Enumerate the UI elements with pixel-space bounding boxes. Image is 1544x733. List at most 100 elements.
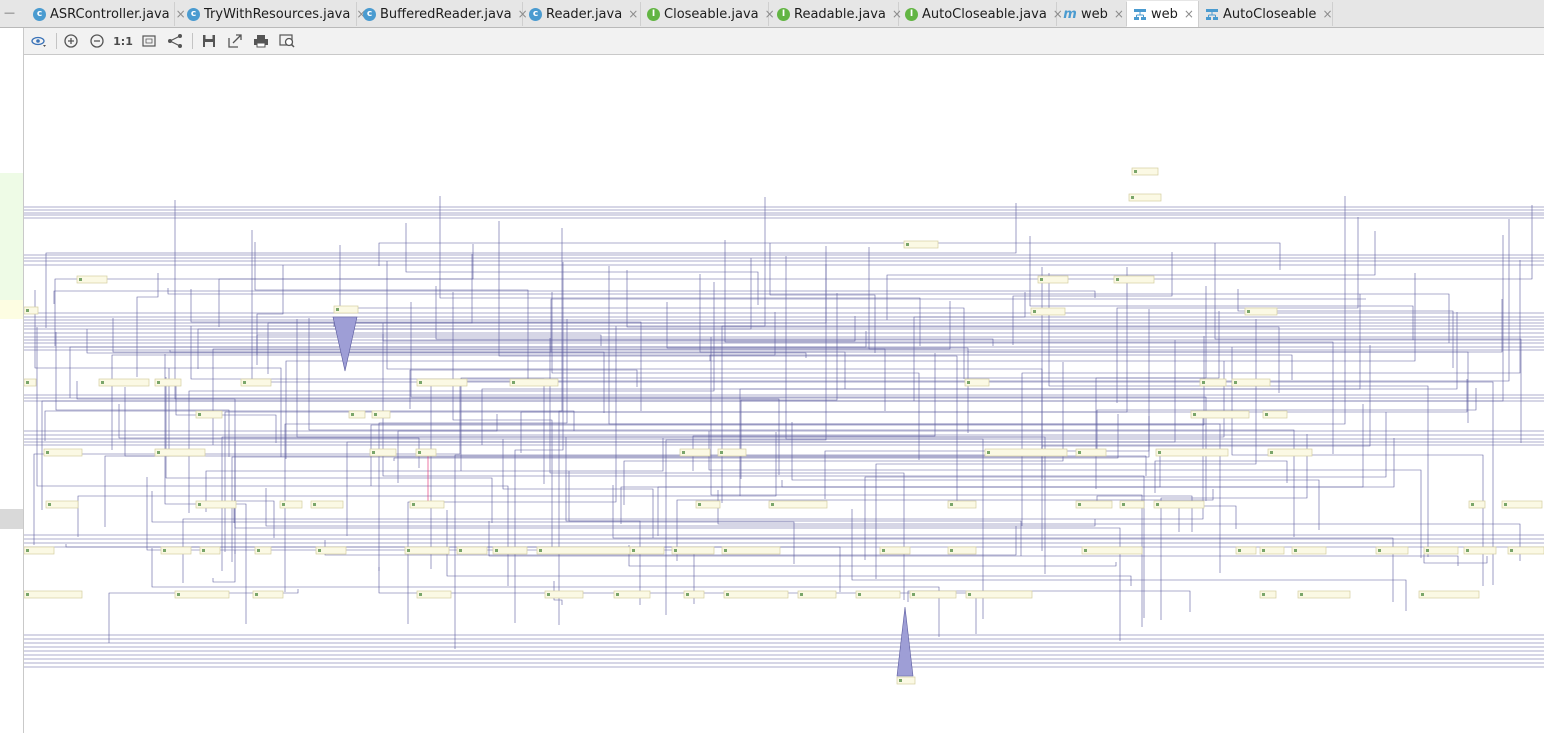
dependency-edge	[112, 318, 846, 389]
dependency-edge	[333, 264, 827, 327]
actual-size-button[interactable]: 1:1	[113, 32, 133, 50]
print-icon[interactable]	[252, 32, 270, 50]
module-icon	[1202, 381, 1205, 384]
dependency-edge	[430, 219, 1510, 569]
close-icon[interactable]: ×	[1184, 7, 1194, 21]
module-icon	[257, 549, 260, 552]
dependency-edge	[34, 290, 282, 457]
dependency-node	[984, 448, 1068, 457]
dependency-node	[1231, 378, 1271, 387]
module-icon	[1294, 549, 1297, 552]
tab-autocloseable[interactable]: AutoCloseable ×	[1199, 2, 1333, 26]
dependency-edge	[1096, 388, 1477, 451]
module-icon	[950, 503, 953, 506]
dependency-edge	[382, 323, 1145, 618]
class-icon: c	[187, 7, 200, 21]
dependency-edge	[439, 196, 921, 346]
module-icon	[26, 309, 29, 312]
interface-icon: I	[905, 7, 918, 21]
dependency-edge	[254, 242, 529, 386]
dependency-node	[544, 590, 584, 599]
dependency-node	[536, 546, 632, 555]
close-icon[interactable]: ×	[628, 7, 638, 21]
tab-web[interactable]: m web ×	[1057, 2, 1127, 26]
close-icon[interactable]: ×	[1322, 7, 1332, 21]
dependency-graph[interactable]	[24, 55, 1544, 733]
tab-label: BufferedReader.java	[380, 6, 512, 22]
tab-bufferedreader-java[interactable]: c BufferedReader.java ×	[357, 2, 528, 26]
tab-label: AutoCloseable.java	[922, 6, 1047, 22]
dependency-node	[98, 378, 150, 387]
dependency-edge	[558, 228, 563, 625]
magnifier-icon[interactable]	[278, 32, 296, 50]
module-icon	[899, 679, 902, 682]
module-icon	[698, 503, 701, 506]
module-icon	[1270, 451, 1273, 454]
dependency-node	[723, 590, 789, 599]
module-icon	[800, 593, 803, 596]
save-diagram-icon[interactable]	[200, 32, 218, 50]
tab-autocloseable-java[interactable]: I AutoCloseable.java ×	[899, 2, 1063, 26]
dependency-edge	[709, 354, 1293, 380]
zoom-in-icon[interactable]	[62, 32, 80, 50]
dependency-edge	[666, 302, 969, 433]
module-icon	[374, 413, 377, 416]
dependency-edge	[164, 354, 247, 624]
module-icon	[1040, 278, 1043, 281]
module-icon	[495, 549, 498, 552]
module-icon	[177, 593, 180, 596]
dependency-edge	[514, 262, 564, 623]
tab-label: TryWithResources.java	[204, 6, 351, 22]
dependency-edge	[45, 203, 1017, 328]
tab-trywithresources-java[interactable]: c TryWithResources.java ×	[181, 2, 366, 26]
fit-content-icon[interactable]	[140, 32, 158, 50]
module-icon	[1421, 593, 1424, 596]
dependency-edge	[221, 361, 1225, 571]
apply-layout-icon[interactable]	[166, 32, 184, 50]
dependency-edge	[234, 442, 1121, 641]
module-icon	[1466, 549, 1469, 552]
tab-label: Closeable.java	[664, 6, 759, 22]
dependency-edge	[886, 231, 1376, 320]
dependency-edge	[175, 386, 277, 443]
dependency-edge	[378, 242, 1281, 270]
dependency-edge	[124, 387, 1147, 476]
dependency-node	[613, 590, 651, 599]
dependency-node	[1297, 590, 1351, 599]
module-icon	[682, 451, 685, 454]
module-icon	[950, 549, 953, 552]
tab-reader-java[interactable]: c Reader.java ×	[523, 2, 641, 26]
dependency-edge	[1160, 434, 1308, 620]
dependency-edge	[452, 292, 553, 548]
dependency-edge	[967, 299, 1503, 353]
tab-readable-java[interactable]: I Readable.java ×	[771, 2, 902, 26]
dependency-edge	[1237, 289, 1454, 368]
dependency-node	[1075, 500, 1113, 509]
module-icon	[1078, 451, 1081, 454]
module-icon	[882, 549, 885, 552]
editor-tab-bar: c ASRController.java × c TryWithResources.ja…	[0, 0, 1544, 28]
dependency-node	[154, 448, 206, 457]
window-menu-icon[interactable]: —	[4, 6, 15, 19]
zoom-out-icon[interactable]	[88, 32, 106, 50]
dependency-node	[768, 500, 828, 509]
dependency-edge	[41, 235, 1504, 510]
view-options-icon[interactable]	[30, 32, 48, 50]
tab-label: web	[1151, 6, 1178, 22]
module-icon	[351, 413, 354, 416]
dependency-edge	[136, 273, 159, 377]
tab-label: Readable.java	[794, 6, 886, 22]
dependency-diagram-canvas[interactable]	[24, 55, 1544, 733]
class-icon: c	[363, 7, 376, 21]
module-icon	[1265, 413, 1268, 416]
close-icon[interactable]: ×	[1114, 7, 1124, 21]
tab-asrcontroller-java[interactable]: c ASRController.java ×	[27, 2, 186, 26]
dependency-edge	[1029, 236, 1414, 340]
tab-web[interactable]: web ×	[1127, 1, 1199, 27]
module-icon	[967, 381, 970, 384]
tab-closeable-java[interactable]: I Closeable.java ×	[641, 2, 775, 26]
interface-icon: I	[777, 7, 790, 21]
gutter-scroll-mark[interactable]	[0, 509, 23, 529]
export-icon[interactable]	[226, 32, 244, 50]
module-icon	[419, 381, 422, 384]
